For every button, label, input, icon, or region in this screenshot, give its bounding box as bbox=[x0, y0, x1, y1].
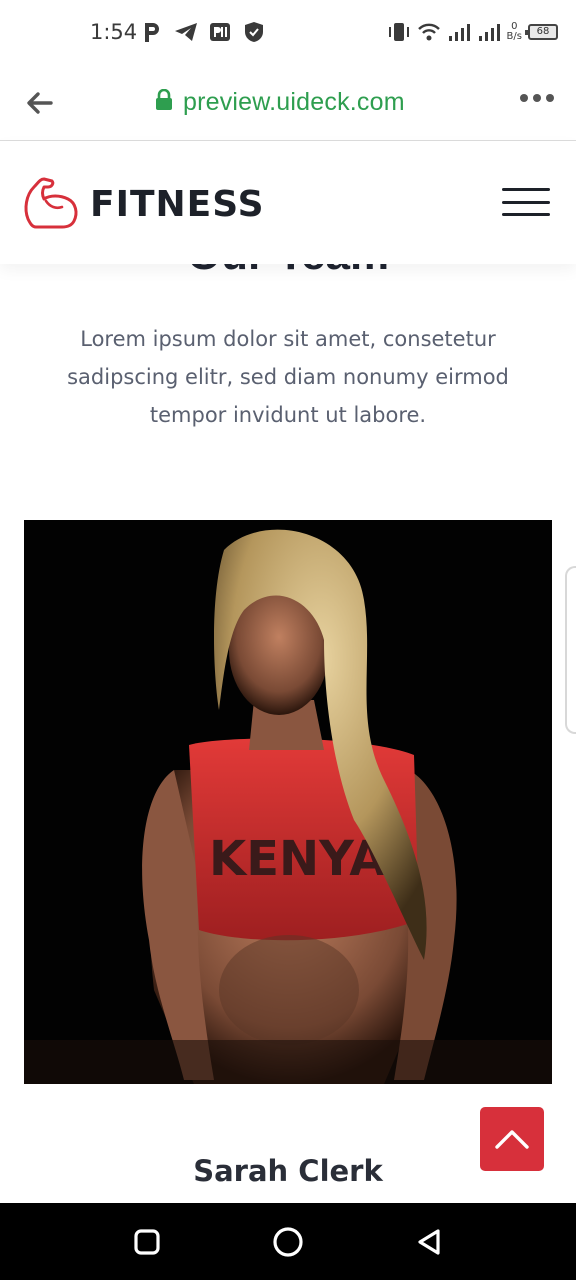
address-bar[interactable]: preview.uideck.com bbox=[155, 88, 405, 117]
menu-line bbox=[502, 200, 550, 204]
edge-panel-handle[interactable] bbox=[565, 566, 576, 734]
scroll-to-top-button[interactable] bbox=[480, 1107, 544, 1171]
team-section: Our Team Lorem ipsum dolor sit amet, con… bbox=[0, 264, 576, 1203]
dot-icon bbox=[533, 94, 541, 102]
wifi-icon bbox=[417, 20, 441, 44]
trainer-photo-illustration: KENYA bbox=[24, 520, 552, 1084]
section-title: Our Team bbox=[0, 264, 576, 280]
notification-icons bbox=[140, 20, 266, 44]
dot-icon bbox=[546, 94, 554, 102]
status-bar: 1:54 0 B/s 68 bbox=[0, 0, 576, 64]
battery-indicator: 68 bbox=[525, 24, 558, 40]
system-icons: 0 B/s 68 bbox=[387, 20, 558, 44]
status-time: 1:54 bbox=[90, 20, 138, 44]
back-button[interactable] bbox=[412, 1225, 446, 1259]
browser-toolbar: preview.uideck.com bbox=[0, 64, 576, 141]
arrow-left-icon bbox=[27, 92, 53, 114]
app-icon bbox=[208, 20, 232, 44]
browser-back-button[interactable] bbox=[22, 86, 56, 120]
shield-icon bbox=[242, 20, 266, 44]
chevron-up-icon bbox=[495, 1130, 529, 1149]
logo-text: FITNESS bbox=[90, 184, 265, 225]
svg-text:KENYA: KENYA bbox=[209, 831, 386, 887]
flexed-arm-icon bbox=[22, 175, 80, 234]
recent-apps-button[interactable] bbox=[130, 1225, 164, 1259]
site-header: FITNESS bbox=[0, 141, 576, 264]
network-speed: 0 B/s bbox=[506, 21, 522, 42]
home-button[interactable] bbox=[271, 1225, 305, 1259]
menu-line bbox=[502, 213, 550, 216]
dot-icon bbox=[520, 94, 528, 102]
back-icon bbox=[418, 1229, 440, 1255]
hamburger-menu-button[interactable] bbox=[502, 188, 550, 216]
parking-icon bbox=[140, 20, 164, 44]
menu-line bbox=[502, 188, 550, 191]
lock-icon bbox=[155, 88, 173, 116]
recent-apps-icon bbox=[134, 1229, 160, 1255]
vibrate-icon bbox=[387, 20, 411, 44]
signal-icon bbox=[477, 20, 501, 44]
site-logo[interactable]: FITNESS bbox=[22, 175, 265, 234]
system-navigation-bar bbox=[0, 1203, 576, 1280]
signal-icon bbox=[447, 20, 471, 44]
section-description: Lorem ipsum dolor sit amet, consetetur s… bbox=[67, 327, 509, 427]
more-options-button[interactable] bbox=[520, 94, 554, 102]
team-member-photo: KENYA bbox=[24, 520, 552, 1084]
url-text: preview.uideck.com bbox=[183, 88, 405, 116]
telegram-icon bbox=[174, 20, 198, 44]
home-icon bbox=[273, 1227, 303, 1257]
